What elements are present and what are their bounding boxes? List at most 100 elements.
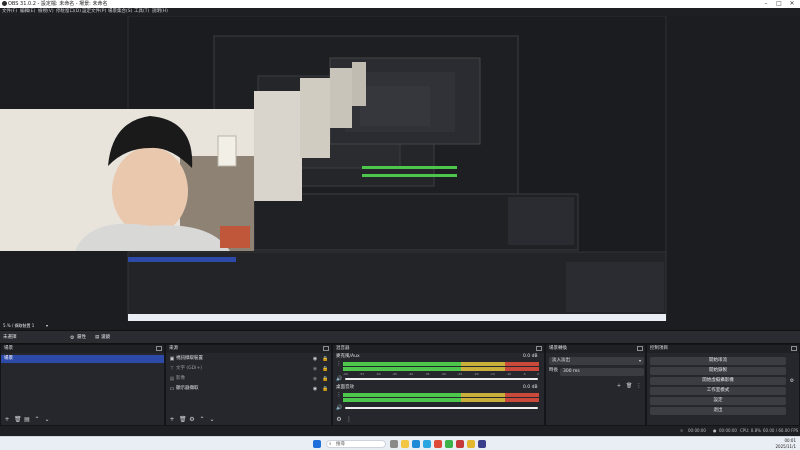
chrome-icon[interactable] <box>445 440 453 448</box>
channel-name: 桌面音效 <box>336 385 354 390</box>
source-item[interactable]: 視訊擷取裝置 <box>166 355 331 363</box>
settings-button[interactable]: 設定 <box>650 397 786 405</box>
close-icon[interactable]: ✕ <box>786 0 798 8</box>
app-icon[interactable] <box>467 440 475 448</box>
trash-icon[interactable]: 🗑 <box>14 417 22 423</box>
source-info-text: 5.% / 擷取裝置 1 <box>3 323 35 328</box>
menu-profile[interactable]: 設定文件(P) <box>82 8 106 16</box>
menu-scene-collection[interactable]: 場景集合(S) <box>108 8 132 16</box>
menu-edit[interactable]: 編輯(E) <box>20 8 35 16</box>
speaker-icon[interactable]: 🔊 <box>336 376 342 382</box>
gear-icon[interactable]: ⋮ <box>336 361 342 367</box>
file-explorer-icon[interactable] <box>401 440 409 448</box>
obs-taskbar-icon[interactable] <box>478 440 486 448</box>
lock-icon[interactable]: 🔒 <box>322 366 328 372</box>
scenes-list: 場景 <box>1 353 164 417</box>
source-toolbar: 未選擇 ⚙ 屬性 ▤ 濾鏡 <box>0 330 800 344</box>
filter-icon[interactable]: ▤ <box>24 417 30 423</box>
stream-status-icon: ⟐ <box>680 428 684 433</box>
maximize-icon[interactable]: □ <box>773 0 785 8</box>
obs-app-icon <box>2 1 7 6</box>
gear-icon[interactable]: ⋮ <box>336 392 342 398</box>
menu-file[interactable]: 文件(F) <box>2 8 17 16</box>
preview-canvas[interactable] <box>0 16 800 330</box>
menu-tools[interactable]: 工具(T) <box>134 8 149 16</box>
detach-icon[interactable] <box>637 346 643 351</box>
gear-icon[interactable]: ⚙ <box>336 417 342 423</box>
menu-docks[interactable]: 停駐窗口(D) <box>56 8 81 16</box>
studio-mode-button[interactable]: 工作室模式 <box>650 387 786 395</box>
edge-icon[interactable] <box>412 440 420 448</box>
duration-spinbox[interactable]: 300 ms <box>560 368 644 376</box>
camera-icon: ▣ <box>169 356 175 362</box>
image-icon: ▦ <box>169 376 175 382</box>
chevron-down-icon[interactable]: ⌄ <box>44 417 50 423</box>
more-icon[interactable]: ⋮ <box>636 383 642 389</box>
source-item[interactable]: 影像 <box>166 375 331 383</box>
detach-icon[interactable] <box>156 346 162 351</box>
transitions-dock: 場景轉換 淡入淡出 ▾ 時長 300 ms + 🗑 ⋮ <box>545 344 646 426</box>
add-icon[interactable]: + <box>169 417 175 423</box>
menu-view[interactable]: 檢視(V) <box>38 8 54 16</box>
eye-icon[interactable]: ◉ <box>312 386 318 392</box>
menu-help[interactable]: 說明(H) <box>152 8 168 16</box>
channel-name: 麥克風/Aux <box>336 354 360 359</box>
eye-icon[interactable]: ◉ <box>312 366 318 372</box>
source-item[interactable]: 顯示器擷取 <box>166 385 331 393</box>
transition-select[interactable]: 淡入淡出 ▾ <box>549 357 644 365</box>
add-icon[interactable]: + <box>616 383 622 389</box>
filters-button[interactable]: 濾鏡 <box>101 331 110 345</box>
store-icon[interactable] <box>423 440 431 448</box>
filter-icon[interactable]: ▤ <box>95 331 99 345</box>
properties-button[interactable]: 屬性 <box>77 331 86 345</box>
gear-icon[interactable]: ⚙ <box>189 417 195 423</box>
volume-slider[interactable] <box>345 407 538 409</box>
trash-icon[interactable]: 🗑 <box>179 417 187 423</box>
add-icon[interactable]: + <box>4 417 10 423</box>
exit-button[interactable]: 退出 <box>650 407 786 415</box>
volume-meter <box>343 398 539 402</box>
task-view-icon[interactable] <box>390 440 398 448</box>
detach-icon[interactable] <box>536 346 542 351</box>
start-streaming-button[interactable]: 開始串流 <box>650 357 786 365</box>
lock-icon[interactable]: 🔒 <box>322 356 328 362</box>
cpu-usage: CPU: 0.8% <box>740 428 761 433</box>
transitions-title: 場景轉換 <box>549 346 567 351</box>
start-virtual-camera-button[interactable]: 開始虛擬攝影機 <box>650 377 786 385</box>
more-icon[interactable]: ⋮ <box>346 417 352 423</box>
scene-item[interactable]: 場景 <box>1 355 164 363</box>
volume-meter <box>343 393 539 397</box>
eye-icon[interactable]: ◉ <box>312 356 318 362</box>
taskbar-search[interactable]: ⌕ 搜尋 <box>326 440 386 448</box>
selected-source-label: 未選擇 <box>3 335 17 340</box>
detach-icon[interactable] <box>323 346 329 351</box>
source-item[interactable]: 文字 (GDI+) <box>166 365 331 373</box>
tick-label: -25 <box>457 372 463 376</box>
gear-icon[interactable]: ⚙ <box>789 378 795 384</box>
search-placeholder: 搜尋 <box>336 442 345 447</box>
trash-icon[interactable]: 🗑 <box>626 383 632 389</box>
minimize-icon[interactable]: – <box>760 0 772 8</box>
start-recording-button[interactable]: 開始錄製 <box>650 367 786 375</box>
mixer-header: 混音器 <box>333 345 544 353</box>
tick-label: -60 <box>343 372 348 376</box>
windows-start-icon[interactable] <box>313 440 321 448</box>
speaker-icon[interactable]: 🔊 <box>336 405 342 411</box>
tick-label: -10 <box>506 372 512 376</box>
volume-slider[interactable] <box>345 378 538 380</box>
chevron-down-icon[interactable]: ⌄ <box>209 417 215 423</box>
detach-icon[interactable] <box>791 346 797 351</box>
scenes-dock: 場景 場景 + 🗑 ▤ ⌃ ⌄ <box>0 344 165 426</box>
lock-icon[interactable]: 🔒 <box>322 376 328 382</box>
chevron-down-icon[interactable]: ▾ <box>46 321 48 330</box>
lock-icon[interactable]: 🔒 <box>322 386 328 392</box>
chevron-up-icon[interactable]: ⌃ <box>199 417 205 423</box>
eye-icon[interactable]: ◉ <box>312 376 318 382</box>
gear-icon[interactable]: ⚙ <box>70 331 74 345</box>
tick-label: -5 <box>522 372 526 376</box>
app-icon[interactable] <box>456 440 464 448</box>
search-icon: ⌕ <box>329 442 332 447</box>
app-icon[interactable] <box>434 440 442 448</box>
source-label: 顯示器擷取 <box>176 386 199 391</box>
chevron-up-icon[interactable]: ⌃ <box>34 417 40 423</box>
